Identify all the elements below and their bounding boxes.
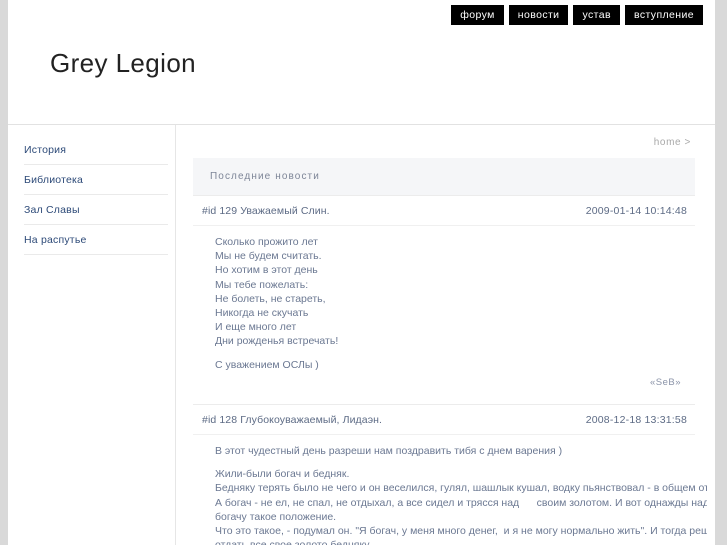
post-header: #id 129 Уважаемый Слин. 2009-01-14 10:14… — [193, 196, 695, 226]
poem-line: И еще много лет — [215, 321, 297, 334]
prose-line: Бедняку терять было не чего и он веселил… — [215, 482, 707, 495]
prose-line: отдать все свое золото бедняку. — [215, 538, 687, 545]
poem-line: Мы не будем считать. — [215, 250, 322, 263]
post-title-text: Глубокоуважаемый, Лидаэн. — [240, 414, 383, 427]
nav-item-join[interactable]: вступление — [624, 5, 703, 25]
poem-line: Но хотим в этот день — [215, 264, 318, 277]
post-intro: В этот чудестный день разреши нам поздра… — [215, 445, 563, 458]
post-item: #id 128 Глубокоуважаемый, Лидаэн. 2008-1… — [193, 404, 707, 545]
prose-line: богачу такое положение. — [215, 510, 337, 523]
prose-line: Что это такое, - подумал он. "Я богач, у… — [215, 525, 707, 538]
top-navigation: форум новости устав вступление — [451, 5, 703, 25]
body-area: История Библиотека Зал Славы На распутье… — [8, 125, 715, 545]
post-date: 2008-12-18 13:31:58 — [585, 414, 687, 427]
nav-item-charter[interactable]: устав — [573, 5, 620, 25]
poem-line: Никогда не скучать — [215, 307, 309, 320]
sidebar-item-history[interactable]: История — [24, 135, 168, 165]
poem-line: Не болеть, не стареть, — [215, 292, 326, 305]
post-closing: С уважением ОСЛы ) — [215, 358, 319, 371]
site-title: Grey Legion — [50, 48, 197, 78]
prose-line: Жили-были богач и бедняк. — [215, 468, 350, 481]
poem-line: Мы тебе пожелать: — [215, 278, 309, 291]
post-title-text: Уважаемый Слин. — [240, 205, 330, 217]
poem-line: Сколько прожито лет — [215, 236, 318, 248]
prose-line: А богач - не ел, не спал, не отдыхал, а … — [215, 496, 707, 509]
main-content: home > Последние новости #id 129 Уважаем… — [185, 125, 707, 545]
breadcrumb[interactable]: home > — [185, 125, 707, 148]
section-title: Последние новости — [193, 158, 695, 195]
post-title[interactable]: #id 128 Глубокоуважаемый, Лидаэн. — [202, 414, 382, 426]
nav-item-forum[interactable]: форум — [451, 5, 504, 25]
post-id: #id 128 — [202, 414, 238, 427]
post-id: #id 129 — [202, 205, 238, 217]
poem-block: Сколько прожито лет Мы не будем считать.… — [202, 235, 687, 372]
post-item: #id 129 Уважаемый Слин. 2009-01-14 10:14… — [193, 195, 695, 404]
poem-line: Дни рожденья встречать! — [215, 335, 339, 348]
post-body: В этот чудестный день разреши нам поздра… — [193, 435, 707, 545]
site-header: форум новости устав вступление Grey Legi… — [8, 0, 715, 125]
page-wrapper: форум новости устав вступление Grey Legi… — [8, 0, 715, 545]
post-title[interactable]: #id 129 Уважаемый Слин. — [202, 205, 330, 217]
sidebar-item-library[interactable]: Библиотека — [24, 165, 168, 195]
sidebar: История Библиотека Зал Славы На распутье — [8, 125, 176, 545]
news-panel: Последние новости #id 129 Уважаемый Слин… — [193, 158, 707, 545]
post-body: Сколько прожито лет Мы не будем считать.… — [193, 226, 695, 404]
nav-item-news[interactable]: новости — [508, 5, 569, 25]
sidebar-item-hall-of-fame[interactable]: Зал Славы — [24, 195, 168, 225]
prose-block: В этот чудестный день разреши нам поздра… — [202, 444, 707, 545]
post-header: #id 128 Глубокоуважаемый, Лидаэн. 2008-1… — [193, 405, 695, 436]
sidebar-item-crossroads[interactable]: На распутье — [24, 225, 168, 255]
post-date: 2009-01-14 10:14:48 — [585, 205, 687, 217]
post-signature: «SeB» — [649, 376, 681, 388]
